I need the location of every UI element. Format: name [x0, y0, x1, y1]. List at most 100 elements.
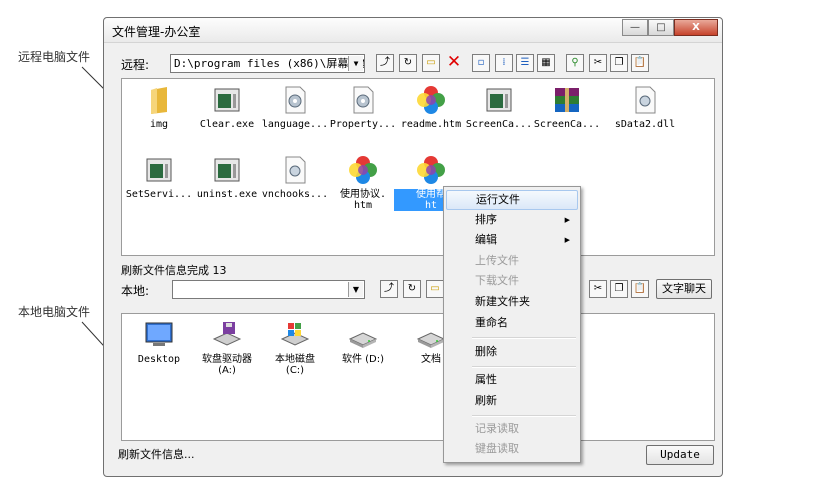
paste-button[interactable]: 📋 [631, 54, 649, 72]
file-item[interactable]: ScreenCa... [462, 84, 536, 130]
folder-up-icon: ⤴ [384, 283, 394, 294]
config-file-icon [353, 86, 374, 114]
menu-item-download-file[interactable]: 下载文件 [446, 271, 578, 291]
drive-item[interactable]: 本地磁盘 (C:) [258, 319, 332, 376]
floppy-drive-icon [212, 322, 242, 346]
menu-item-rename[interactable]: 重命名 [446, 313, 578, 333]
delete-button[interactable]: ✕ [445, 54, 463, 72]
file-name: language... [261, 119, 329, 130]
file-name: uninst.exe [196, 189, 258, 200]
menu-item-label: 排序 [475, 213, 497, 226]
menu-separator [472, 366, 576, 368]
refresh-button[interactable]: ↻ [399, 54, 417, 72]
maximize-button[interactable]: □ [648, 19, 674, 36]
chevron-down-icon[interactable]: ▼ [348, 282, 363, 297]
remote-file-list[interactable]: img Clear.exe language... Property... re… [121, 78, 715, 256]
text-chat-button[interactable]: 文字聊天 [656, 279, 712, 299]
minimize-button[interactable]: — [622, 19, 648, 36]
system-drive-icon [280, 323, 310, 346]
file-item[interactable]: sData2.dll [608, 84, 682, 130]
local-refresh-button[interactable]: ↻ [403, 280, 421, 298]
menu-item-record-read[interactable]: 记录读取 [446, 419, 578, 439]
list-view-button[interactable]: ☰ [516, 54, 534, 72]
local-new-folder-button[interactable]: ▭ [426, 280, 444, 298]
file-name: vnchooks... [261, 189, 329, 200]
exe-icon [214, 158, 240, 182]
menu-item-label: 新建文件夹 [475, 295, 530, 308]
local-cut-button[interactable]: ✂ [589, 280, 607, 298]
local-path-combo[interactable]: ▼ [172, 280, 365, 299]
copy-icon: ❐ [614, 57, 624, 68]
update-button-label: Update [660, 448, 700, 461]
file-name: Property... [329, 119, 397, 130]
file-item[interactable]: img [122, 84, 196, 130]
drive-item[interactable]: 软盘驱动器 (A:) [190, 319, 264, 376]
menu-item-sort[interactable]: 排序 ▶ [446, 210, 578, 230]
submenu-arrow-icon: ▶ [564, 216, 570, 224]
update-button[interactable]: Update [646, 445, 714, 465]
close-button[interactable]: X [674, 19, 718, 36]
drive-item[interactable]: 软件 (D:) [326, 319, 400, 365]
drive-name: 软件 (D:) [341, 354, 385, 365]
local-copy-button[interactable]: ❐ [610, 280, 628, 298]
exe-icon [214, 88, 240, 112]
menu-item-delete[interactable]: 删除 [446, 342, 578, 362]
remote-status-text: 刷新文件信息完成 13 [121, 264, 227, 277]
file-item[interactable]: ScreenCa... [530, 84, 604, 130]
menu-item-edit[interactable]: 编辑 ▶ [446, 230, 578, 250]
local-up-folder-button[interactable]: ⤴ [380, 280, 398, 298]
local-file-list[interactable]: Desktop 软盘驱动器 (A:) 本地磁盘 (C:) 软件 (D:) 文档 [121, 313, 715, 441]
menu-item-label: 删除 [475, 345, 497, 358]
large-icons-view-button[interactable]: ▫ [472, 54, 490, 72]
chevron-down-icon[interactable]: ▼ [348, 56, 363, 71]
file-item[interactable]: language... [258, 84, 332, 130]
menu-item-label: 记录读取 [475, 422, 519, 435]
file-item[interactable]: Clear.exe [190, 84, 264, 130]
small-icons-view-button[interactable]: ⁞ [495, 54, 513, 72]
folder-icon [151, 87, 167, 114]
menu-item-label: 键盘读取 [475, 442, 519, 455]
details-view-button[interactable]: ▦ [537, 54, 555, 72]
menu-item-label: 属性 [475, 373, 497, 386]
new-folder-button[interactable]: ▭ [422, 54, 440, 72]
local-paste-button[interactable]: 📋 [631, 280, 649, 298]
menu-item-run-file[interactable]: 运行文件 [446, 190, 578, 210]
menu-item-properties[interactable]: 属性 [446, 370, 578, 390]
file-name: 使用协议. htm [339, 189, 387, 211]
drive-item[interactable]: Desktop [122, 319, 196, 365]
submenu-arrow-icon: ▶ [564, 236, 570, 244]
scissors-icon: ✂ [593, 283, 603, 294]
refresh-icon: ↻ [403, 57, 413, 68]
up-folder-button[interactable]: ⤴ [376, 54, 394, 72]
file-name: ScreenCa... [533, 119, 601, 130]
remote-path-combo[interactable]: D:\program files (x86)\屏幕录像 ▼ [170, 54, 365, 73]
file-item[interactable]: readme.htm [394, 84, 468, 130]
cut-button[interactable]: ✂ [589, 54, 607, 72]
remote-label: 远程: [121, 58, 150, 72]
menu-item-new-folder[interactable]: 新建文件夹 [446, 292, 578, 312]
list-view-icon: ☰ [520, 57, 530, 68]
file-item[interactable]: SetServi... [122, 154, 196, 200]
new-folder-icon: ▭ [426, 57, 436, 68]
file-item[interactable]: vnchooks... [258, 154, 332, 200]
menu-item-refresh[interactable]: 刷新 [446, 391, 578, 411]
menu-item-label: 编辑 [475, 233, 497, 246]
file-item[interactable]: uninst.exe [190, 154, 264, 200]
file-item[interactable]: Property... [326, 84, 400, 130]
find-button[interactable]: ⚲ [566, 54, 584, 72]
copy-icon: ❐ [614, 283, 624, 294]
menu-separator [472, 337, 576, 339]
exe-icon [146, 158, 172, 182]
menu-item-keyboard-read[interactable]: 键盘读取 [446, 439, 578, 459]
file-name: readme.htm [400, 119, 462, 130]
context-menu: 运行文件 排序 ▶ 编辑 ▶ 上传文件 下载文件 新建文件夹 重命名 删除 属性 刷… [443, 186, 581, 463]
copy-button[interactable]: ❐ [610, 54, 628, 72]
menu-item-upload-file[interactable]: 上传文件 [446, 251, 578, 271]
window-title: 文件管理-办公室 [112, 25, 201, 39]
file-item[interactable]: 使用协议. htm [326, 154, 400, 211]
exe-icon [486, 88, 512, 112]
file-name: sData2.dll [614, 119, 676, 130]
title-bar[interactable]: 文件管理-办公室 — □ X [104, 18, 722, 43]
drive-icon [348, 332, 378, 348]
local-label: 本地: [121, 284, 150, 298]
